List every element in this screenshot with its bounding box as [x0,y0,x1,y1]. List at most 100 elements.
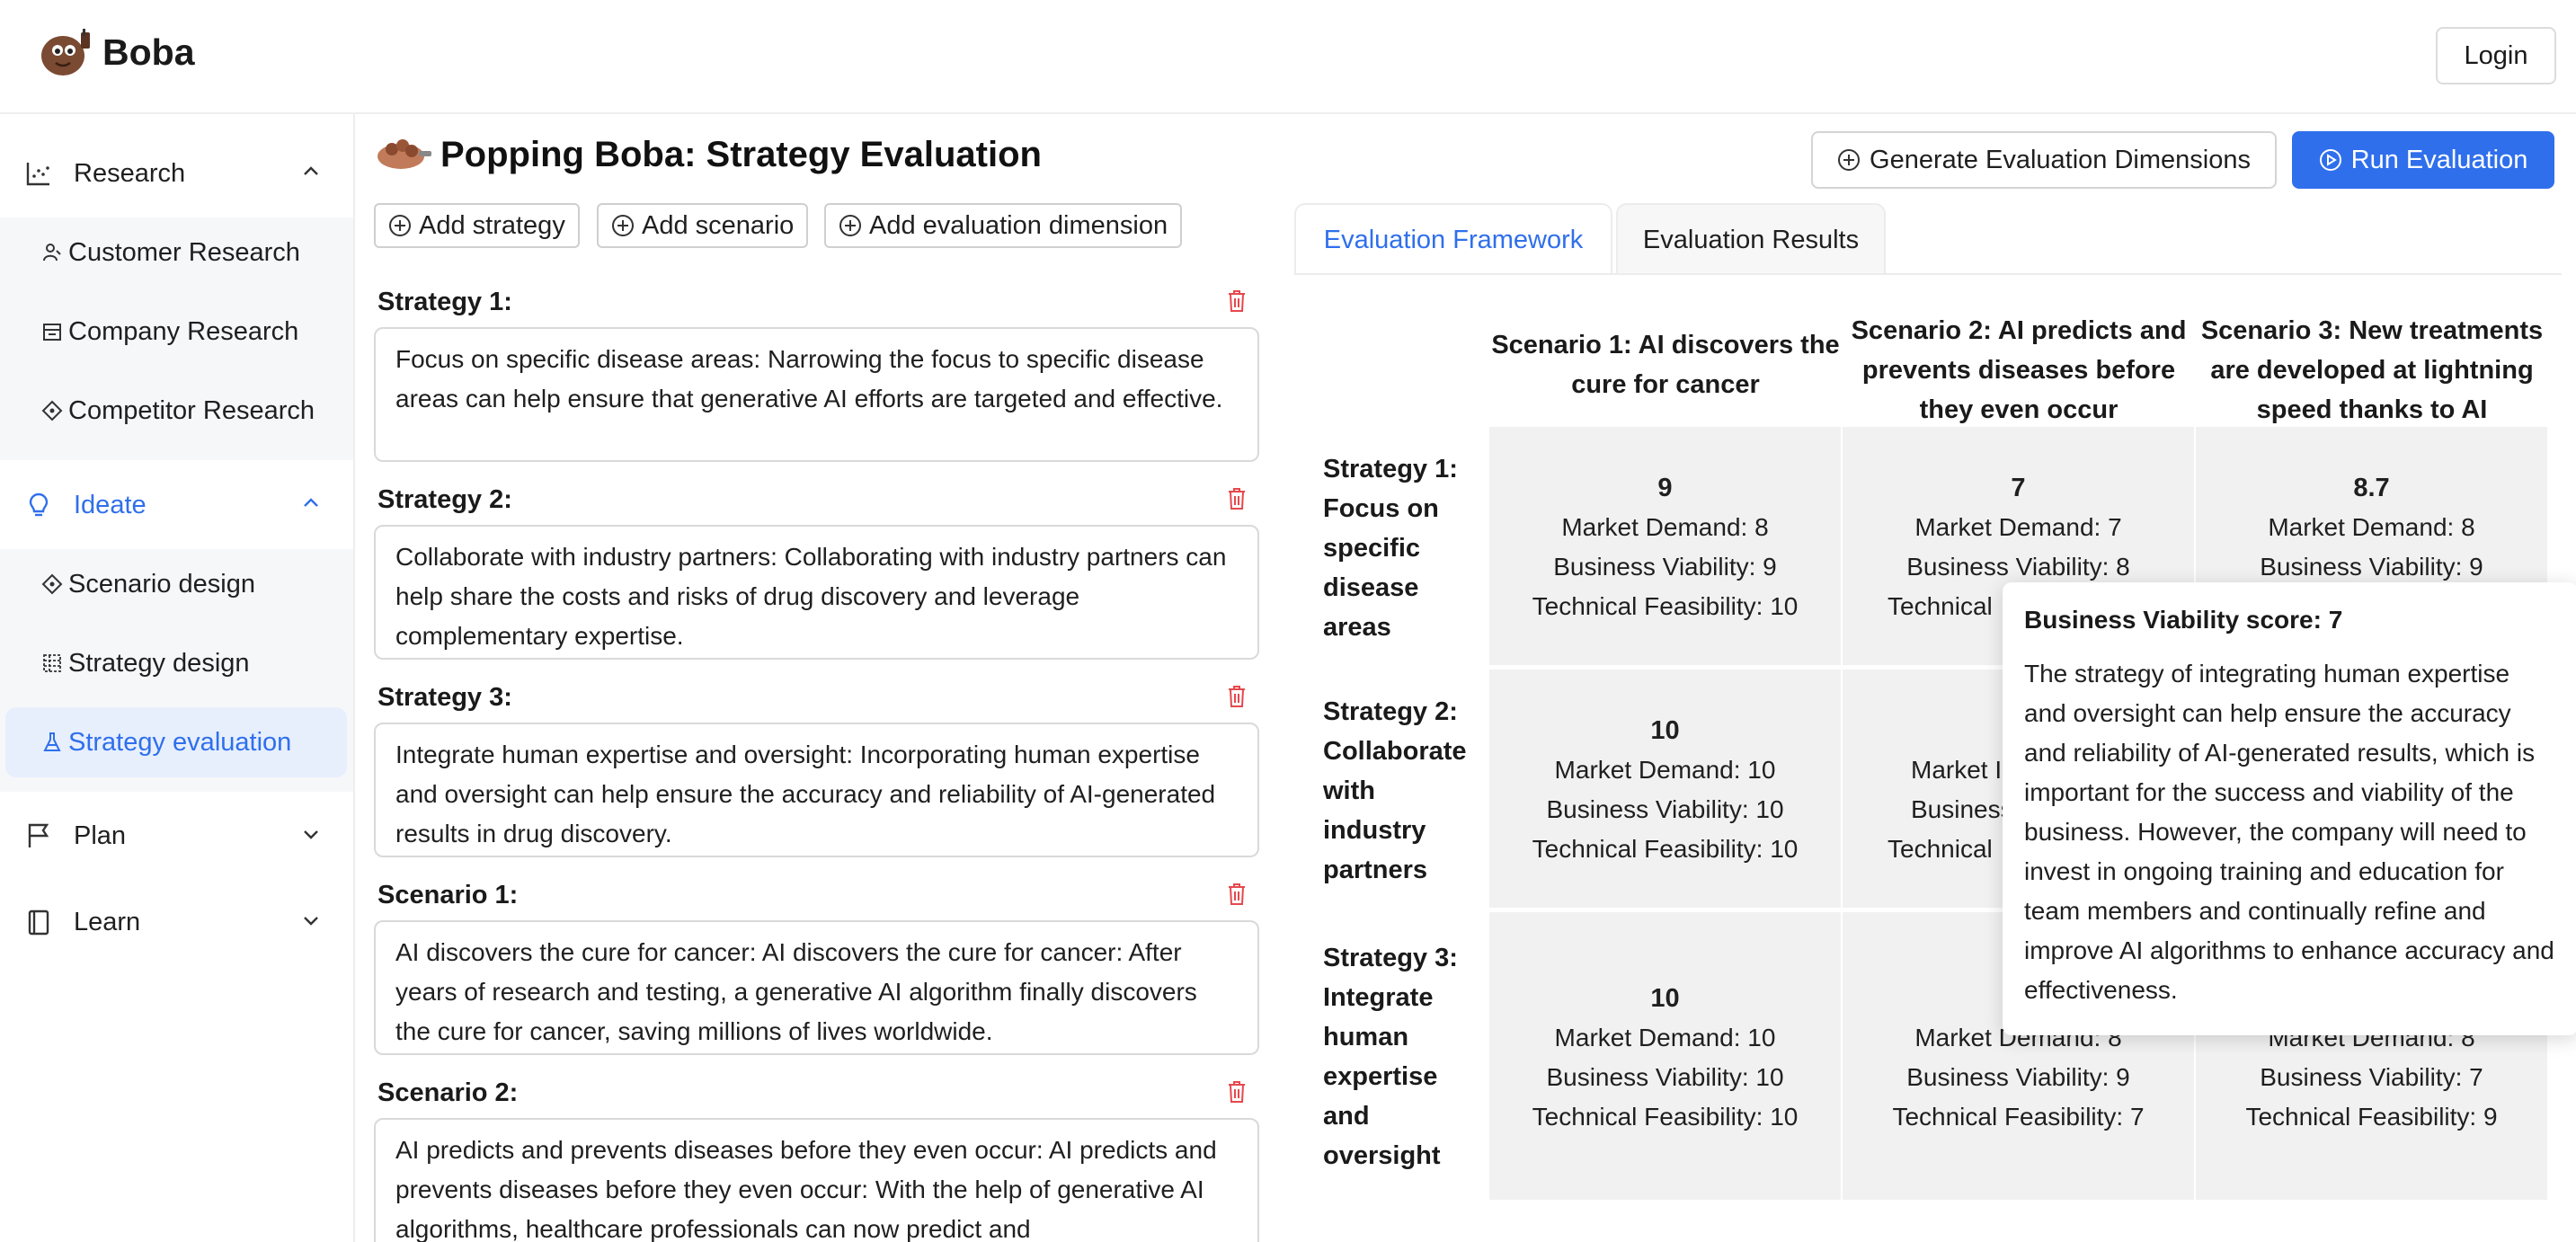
cell-score: 10 [1650,984,1680,1013]
play-circle-icon [2319,149,2341,171]
cell-line: Technical Feasibility: 7 [1892,1103,2145,1131]
cell-line: Market Demand: 7 [1914,513,2122,541]
cell-line: Business Viability: 10 [1546,795,1784,823]
run-evaluation-button[interactable]: Run Evaluation [2292,131,2554,189]
matrix-cell[interactable]: 10 Market Demand: 10 Business Viability:… [1489,670,1841,908]
page-title-text: Popping Boba: Strategy Evaluation [440,134,1042,174]
sidebar-group-research[interactable]: Research [25,152,322,195]
cell-line: Market Demand: 10 [1554,1024,1776,1051]
sidebar-item-customer-research[interactable]: Customer Research [5,217,347,288]
diamond-icon [41,400,63,421]
app-logo[interactable]: Boba [38,27,195,77]
plus-circle-icon [389,215,411,236]
sidebar-group-learn[interactable]: Learn [25,900,322,944]
boba-bowl-icon [378,139,431,169]
sidebar-item-competitor-research[interactable]: Competitor Research [5,376,347,446]
login-button[interactable]: Login [2436,27,2556,84]
cell-line: Business Viability: 8 [1906,553,2130,581]
chevron-down-icon [304,917,318,926]
column-header-scenario-2: Scenario 2: AI predicts and prevents dis… [1851,316,2187,424]
card-label: Strategy 3: [378,683,512,712]
cell-score: 8.7 [2353,474,2390,502]
cell-line: Market Demand: 8 [2268,513,2475,541]
lightbulb-icon [29,492,49,517]
sidebar-group-plan[interactable]: Plan [25,814,322,857]
cell-line: Market Demand: 10 [1554,756,1776,784]
sidebar-group-label: Ideate [74,490,147,519]
cell-score: 7 [2011,474,2026,502]
cell-score: 9 [1657,474,1673,502]
plus-circle-icon [612,215,634,236]
sidebar-item-company-research[interactable]: Company Research [5,297,347,367]
add-scenario-button[interactable]: Add scenario [597,203,809,248]
matrix-cell[interactable]: 10 Market Demand: 10 Business Viability:… [1489,912,1841,1200]
research-submenu: Customer Research Company Research Compe… [0,217,353,460]
add-strategy-label: Add strategy [419,210,565,240]
strategy-2-textarea[interactable]: Collaborate with industry partners: Coll… [374,525,1259,660]
app-name: Boba [102,31,195,73]
sidebar-item-label: Company Research [68,316,299,346]
chevron-down-icon [304,830,318,839]
chevron-up-icon [304,166,318,175]
cell-line: Business Viability: 9 [2260,553,2483,581]
flag-icon [28,823,49,847]
run-label: Run Evaluation [2350,145,2528,174]
add-strategy-button[interactable]: Add strategy [374,203,580,248]
person-icon [43,244,61,262]
page-title: Popping Boba: Strategy Evaluation [376,131,1042,178]
cell-line: Technical Feasibility: 10 [1532,1103,1799,1131]
sidebar-nav: Research Customer Research Company Resea… [0,114,355,1242]
diamond-icon [41,573,63,595]
plus-circle-icon [839,215,861,236]
trash-icon[interactable] [1227,1080,1247,1104]
add-evaluation-dimension-button[interactable]: Add evaluation dimension [824,203,1183,248]
cell-line: Business Viability: 9 [1906,1063,2130,1091]
cell-line: Technical Feasibility: 10 [1532,592,1799,620]
scenario-2-textarea[interactable]: AI predicts and prevents diseases before… [374,1118,1259,1242]
cell-line: Technical Feasibility: 10 [1532,835,1799,863]
sidebar-item-strategy-evaluation[interactable]: Strategy evaluation [5,707,347,777]
score-tooltip: Business Viability score: 7 The strategy… [2003,582,2576,1035]
chevron-up-icon [304,498,318,507]
building-icon [43,324,61,341]
generate-evaluation-dimensions-button[interactable]: Generate Evaluation Dimensions [1811,131,2277,189]
tooltip-title: Business Viability score: 7 [2024,606,2343,634]
flask-icon [43,732,61,751]
sidebar-group-ideate[interactable]: Ideate [25,483,322,527]
row-header-strategy-1: Strategy 1: Focus on specific disease ar… [1323,455,1458,642]
generate-label: Generate Evaluation Dimensions [1870,145,2251,174]
chart-icon [26,163,49,186]
boba-logo-icon [41,29,90,75]
tooltip-body: The strategy of integrating human expert… [2024,660,2554,1004]
tab-evaluation-results[interactable]: Evaluation Results [1616,203,1886,275]
matrix-cell[interactable]: 9 Market Demand: 8 Business Viability: 9… [1489,427,1841,665]
trash-icon[interactable] [1227,883,1247,906]
cell-line: Business Viability: 7 [2260,1063,2483,1091]
sidebar-item-strategy-design[interactable]: Strategy design [5,628,347,698]
sidebar-item-label: Competitor Research [68,395,315,425]
sidebar-item-label: Strategy evaluation [68,727,292,757]
ideate-submenu: Scenario design Strategy design Strategy… [0,549,353,792]
tab-evaluation-framework[interactable]: Evaluation Framework [1294,203,1612,275]
row-header-strategy-3: Strategy 3: Integrate human expertise an… [1323,944,1458,1170]
sidebar-item-scenario-design[interactable]: Scenario design [5,549,347,619]
cell-line: Business Viability: 9 [1553,553,1777,581]
cell-line: Technical Feasibility: 9 [2245,1103,2498,1131]
cell-line: Business Viability: 10 [1546,1063,1784,1091]
trash-icon[interactable] [1227,685,1247,708]
strategy-3-textarea[interactable]: Integrate human expertise and oversight:… [374,723,1259,857]
card-label: Scenario 1: [378,881,519,909]
sidebar-item-label: Strategy design [68,648,250,678]
cell-line: Market Demand: 8 [1561,513,1769,541]
strategy-1-textarea[interactable]: Focus on specific disease areas: Narrowi… [374,327,1259,462]
card-label: Strategy 2: [378,485,512,514]
tab-divider [1294,273,2562,275]
trash-icon[interactable] [1227,487,1247,510]
scenario-1-textarea[interactable]: AI discovers the cure for cancer: AI dis… [374,920,1259,1055]
card-label: Strategy 1: [378,288,512,316]
plus-circle-icon [1838,149,1861,171]
trash-icon[interactable] [1227,289,1247,313]
column-header-scenario-3: Scenario 3: New treatments are developed… [2200,316,2544,424]
grid-icon [43,654,61,672]
card-label: Scenario 2: [378,1078,519,1107]
